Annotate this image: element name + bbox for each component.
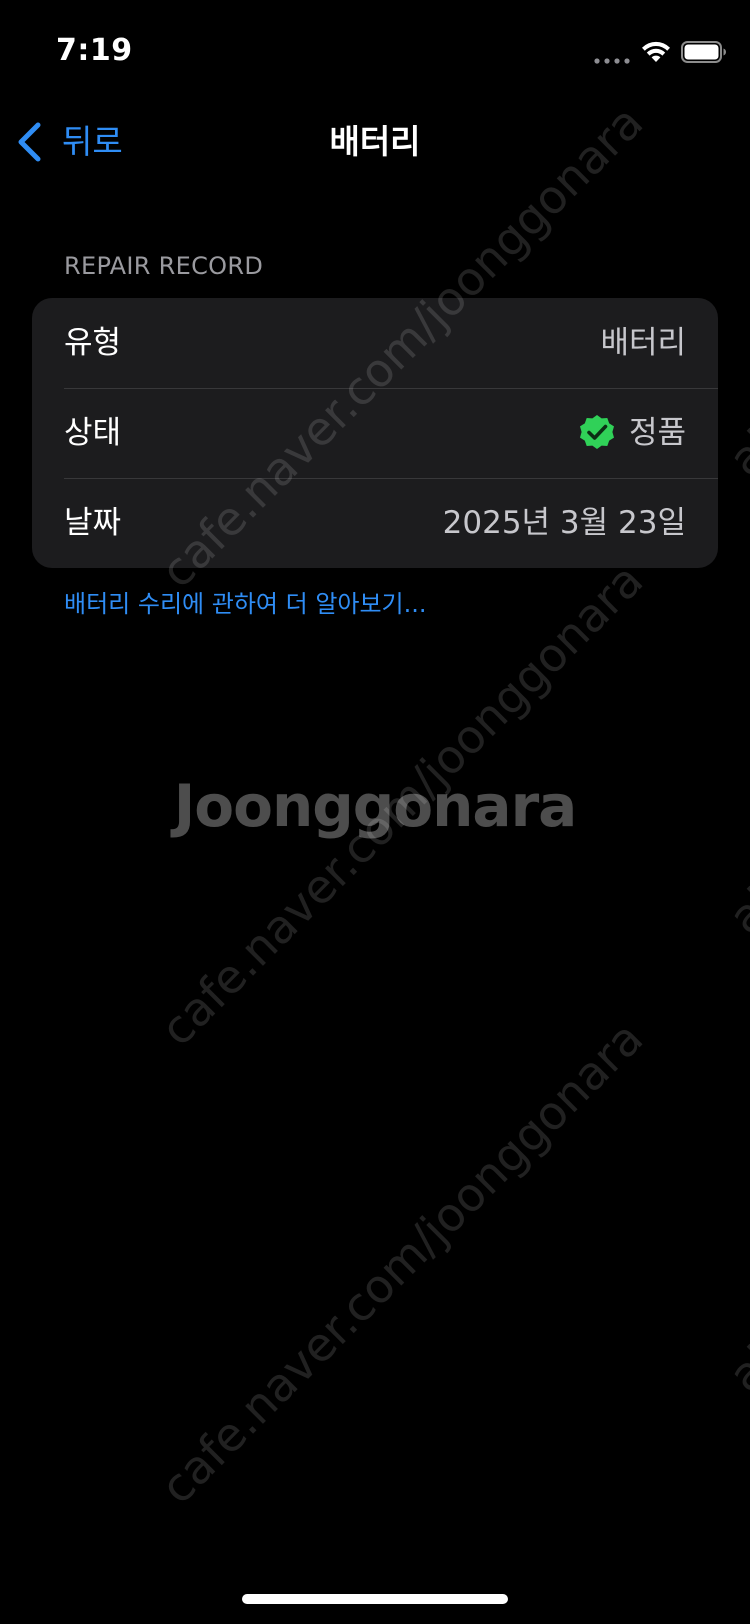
section-header: REPAIR RECORD: [64, 252, 264, 280]
type-value-text: 배터리: [600, 325, 686, 361]
check-badge-icon: [579, 415, 614, 449]
chevron-left-icon: [18, 122, 41, 162]
watermark-side: ait: [718, 864, 750, 945]
learn-more-link[interactable]: 배터리 수리에 관하여 더 알아보기...: [64, 584, 427, 619]
row-value-date: 2025년 3월 23일: [443, 478, 686, 568]
status-bar: 7:19: [0, 0, 750, 100]
watermark-side: ait: [718, 1322, 750, 1403]
row-value-type: 배터리: [600, 298, 686, 388]
row-label-type: 유형: [64, 325, 122, 361]
date-value-text: 2025년 3월 23일: [442, 505, 686, 541]
status-time: 7:19: [56, 33, 133, 68]
wifi-icon: [642, 41, 670, 62]
row-value-status: 정품: [577, 388, 686, 478]
row-label-status: 상태: [64, 415, 122, 451]
signal-dots-icon: [594, 58, 630, 64]
back-button[interactable]: 뒤로: [14, 110, 123, 174]
status-value-text: 정품: [628, 415, 686, 451]
back-label: 뒤로: [62, 122, 123, 161]
row-label-date: 날짜: [64, 505, 122, 541]
battery-icon: [681, 41, 726, 63]
watermark-side: ait: [718, 406, 750, 487]
home-indicator[interactable]: [242, 1594, 508, 1604]
watermark-url: cafe.naver.com/joonggonara: [150, 1010, 654, 1515]
